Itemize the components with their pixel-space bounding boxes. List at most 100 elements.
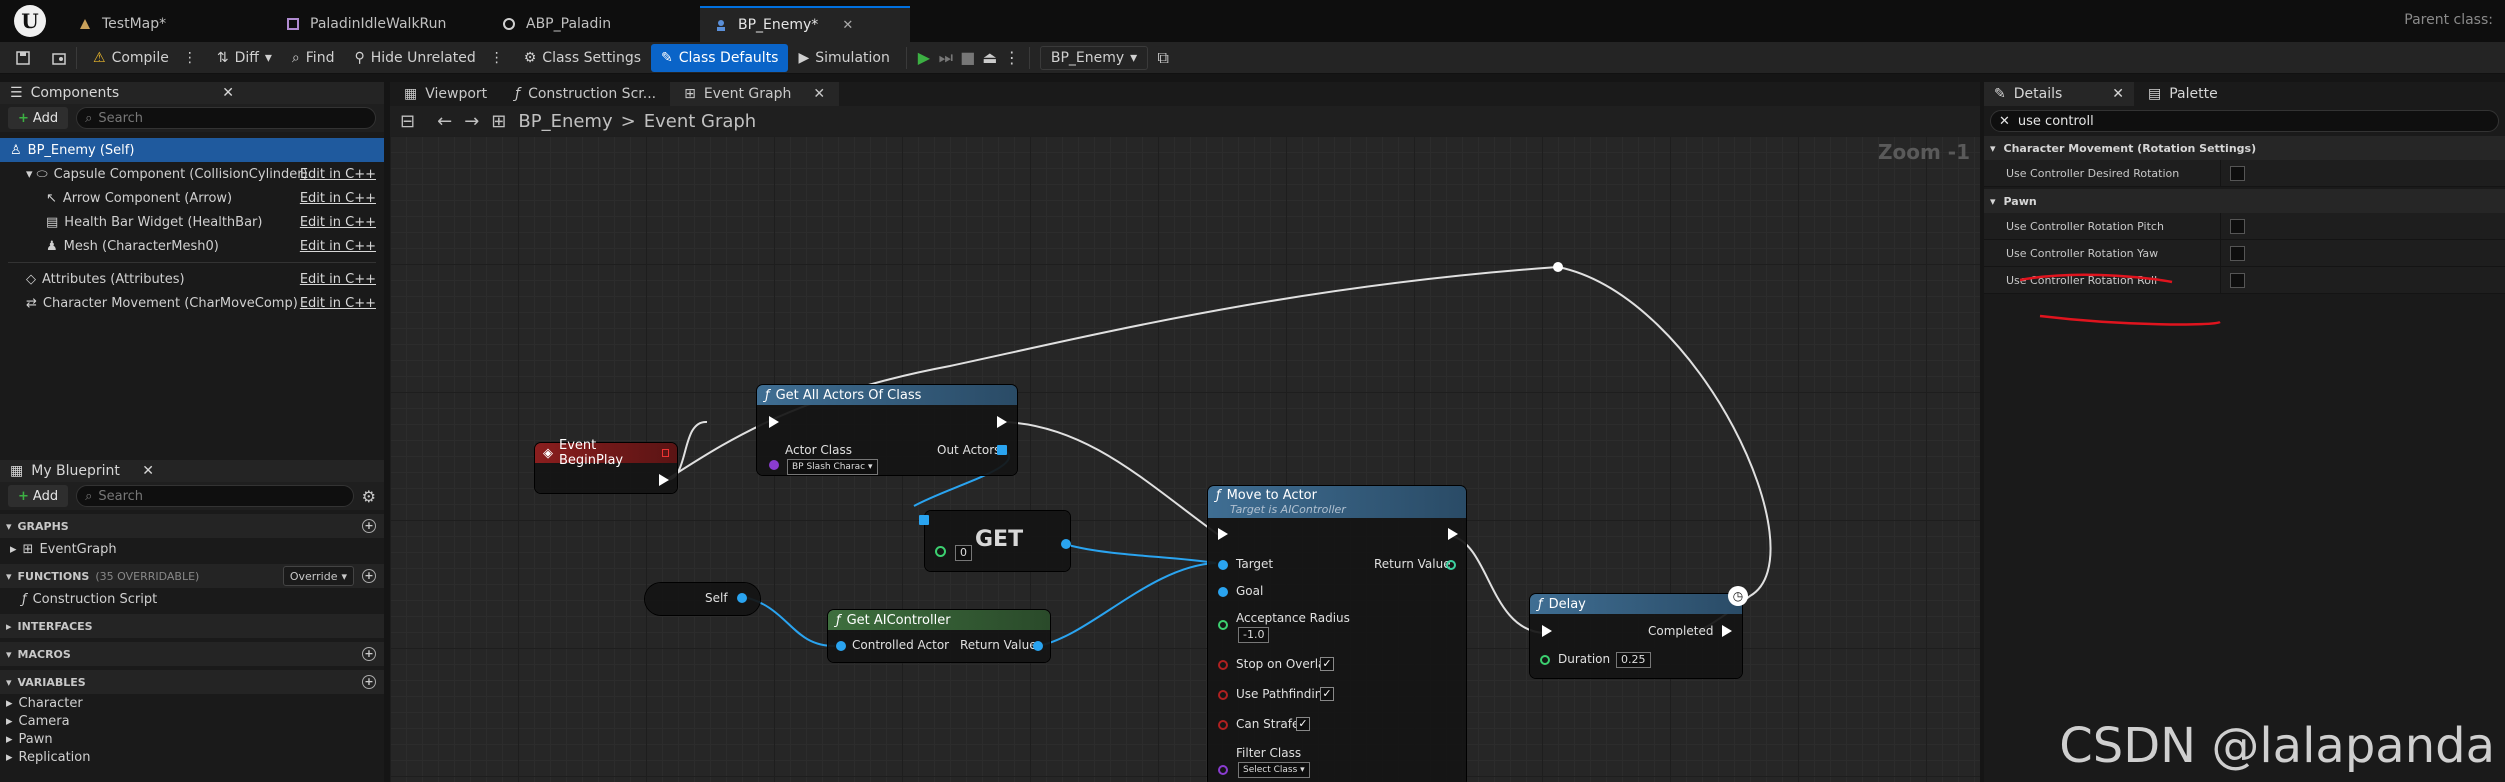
variable-group-camera[interactable]: ▸ Camera — [0, 712, 384, 730]
return-value-pin[interactable] — [1033, 641, 1043, 651]
array-out-pin[interactable] — [1061, 539, 1071, 549]
save-icon[interactable] — [12, 47, 34, 69]
class-pin[interactable] — [769, 460, 779, 470]
tab-construction-script[interactable]: ƒ Construction Scr... — [501, 82, 670, 106]
exec-out-pin[interactable] — [1448, 528, 1458, 540]
target-pin[interactable] — [1218, 560, 1228, 570]
add-circle-icon[interactable]: + — [362, 569, 376, 583]
exec-out-pin[interactable] — [1722, 625, 1732, 637]
browse-icon[interactable] — [48, 47, 70, 69]
doc-tab-paladinidlewalkrun[interactable]: PaladinIdleWalkRun — [272, 6, 460, 42]
gear-icon[interactable]: ⚙ — [362, 487, 376, 506]
add-component-button[interactable]: + Add — [8, 107, 69, 129]
diff-button[interactable]: ⇅ Diff ▾ — [207, 44, 282, 72]
back-arrow-icon[interactable]: ← — [437, 111, 452, 132]
functions-section[interactable]: ▾ FUNCTIONS (35 OVERRIDABLE) Override ▾ + — [0, 564, 384, 588]
node-event-beginplay[interactable]: ◈ Event BeginPlay — [535, 438, 677, 493]
filter-class-select[interactable]: Select Class ▾ — [1238, 762, 1310, 778]
component-healthbar[interactable]: ▤ Health Bar Widget (HealthBar) Edit in C+… — [0, 210, 384, 234]
class-defaults-button[interactable]: ✎ Class Defaults — [651, 43, 789, 72]
kebab-menu-icon[interactable]: ⋮ — [490, 50, 504, 66]
component-mesh[interactable]: ♟ Mesh (CharacterMesh0) Edit in C++ — [0, 234, 384, 258]
blueprint-search-input[interactable]: ⌕ Search — [76, 485, 354, 507]
duration-value[interactable]: 0.25 — [1616, 652, 1651, 668]
doc-tab-testmap[interactable]: TestMap* — [64, 6, 180, 42]
edit-in-cpp-link[interactable]: Edit in C++ — [300, 167, 376, 182]
component-arrow[interactable]: ↖ Arrow Component (Arrow) Edit in C++ — [0, 186, 384, 210]
exec-in-pin[interactable] — [1218, 528, 1228, 540]
close-icon[interactable]: ✕ — [222, 85, 234, 101]
delegate-pin-icon[interactable] — [661, 449, 669, 457]
hierarchy-icon[interactable]: ⊟ — [400, 111, 415, 132]
unreal-logo[interactable]: U — [14, 5, 46, 37]
forward-arrow-icon[interactable]: → — [464, 111, 479, 132]
exec-out-pin[interactable] — [659, 474, 669, 486]
variables-section[interactable]: ▾ VARIABLES + — [0, 670, 384, 694]
macros-section[interactable]: ▾ MACROS + — [0, 642, 384, 666]
acceptance-radius-value[interactable]: -1.0 — [1238, 627, 1270, 643]
variable-group-replication[interactable]: ▸ Replication — [0, 748, 384, 766]
add-circle-icon[interactable]: + — [362, 647, 376, 661]
component-search-input[interactable]: ⌕ Search — [76, 107, 376, 129]
play-icon[interactable]: ▶ — [913, 47, 935, 69]
variable-group-pawn[interactable]: ▸ Pawn — [0, 730, 384, 748]
exec-in-pin[interactable] — [769, 416, 779, 428]
exec-out-pin[interactable] — [997, 416, 1007, 428]
can-strafe-checkbox[interactable]: ✓ — [1296, 717, 1310, 731]
class-select[interactable]: BP Slash Charac ▾ — [787, 459, 878, 475]
hide-unrelated-button[interactable]: ⚲ Hide Unrelated ⋮ — [344, 44, 513, 72]
edit-in-cpp-link[interactable]: Edit in C++ — [300, 191, 376, 206]
stop-on-overlap-pin[interactable] — [1218, 660, 1228, 670]
step-icon[interactable]: ⏭ — [935, 47, 957, 69]
duration-pin[interactable] — [1540, 655, 1550, 665]
eject-icon[interactable]: ⏏ — [979, 47, 1001, 69]
stop-on-overlap-checkbox[interactable]: ✓ — [1320, 657, 1334, 671]
close-icon[interactable]: ✕ — [813, 86, 825, 102]
kebab-menu-icon[interactable]: ⋮ — [1001, 47, 1023, 69]
self-out-pin[interactable] — [737, 593, 747, 603]
close-icon[interactable]: ✕ — [842, 18, 853, 33]
tab-viewport[interactable]: ▦ Viewport — [390, 82, 501, 106]
acceptance-radius-pin[interactable] — [1218, 620, 1228, 630]
return-value-pin[interactable] — [1446, 560, 1456, 570]
edit-in-cpp-link[interactable]: Edit in C++ — [300, 272, 376, 287]
debug-object-select[interactable]: BP_Enemy ▾ — [1039, 45, 1149, 70]
graph-canvas[interactable]: Zoom -1 ◈ Event BeginPlay ƒ Get All Acto… — [390, 136, 1980, 782]
component-capsule[interactable]: ▾ ⬭ Capsule Component (CollisionCylinder) E… — [0, 162, 384, 186]
doc-tab-abp-paladin[interactable]: ABP_Paladin — [488, 6, 625, 42]
compile-button[interactable]: ⚠ Compile ⋮ — [83, 44, 207, 72]
component-attributes[interactable]: ◇ Attributes (Attributes) Edit in C++ — [0, 267, 384, 291]
function-item-construction-script[interactable]: ƒ Construction Script — [0, 588, 384, 610]
use-pathfinding-checkbox[interactable]: ✓ — [1320, 687, 1334, 701]
breadcrumb-root[interactable]: BP_Enemy — [518, 111, 612, 132]
component-self[interactable]: ♙ BP_Enemy (Self) — [0, 138, 384, 162]
component-charmove[interactable]: ⇄ Character Movement (CharMoveComp) Edit i… — [0, 291, 384, 315]
filter-class-pin[interactable] — [1218, 765, 1228, 775]
override-dropdown[interactable]: Override ▾ — [282, 566, 354, 586]
can-strafe-pin[interactable] — [1218, 720, 1228, 730]
array-out-pin[interactable] — [997, 445, 1007, 455]
node-get-aicontroller[interactable]: ƒ Get AIController Controlled Actor Retu… — [828, 610, 1050, 662]
add-member-button[interactable]: + Add — [8, 485, 69, 507]
debug-filter-icon[interactable]: ⧉ — [1152, 47, 1174, 69]
variable-group-character[interactable]: ▸ Character — [0, 694, 384, 712]
node-array-get[interactable]: GET 0 — [919, 511, 1071, 571]
controlled-actor-pin[interactable] — [836, 641, 846, 651]
use-pathfinding-pin[interactable] — [1218, 690, 1228, 700]
doc-tab-bp-enemy[interactable]: BP_Enemy* ✕ — [700, 6, 910, 42]
edit-in-cpp-link[interactable]: Edit in C++ — [300, 215, 376, 230]
edit-in-cpp-link[interactable]: Edit in C++ — [300, 239, 376, 254]
graphs-section[interactable]: ▾ GRAPHS + — [0, 514, 384, 538]
index-pin[interactable] — [935, 546, 946, 557]
components-tab[interactable]: ☰ Components ✕ — [0, 82, 384, 104]
add-circle-icon[interactable]: + — [362, 675, 376, 689]
interfaces-section[interactable]: ▸ INTERFACES — [0, 614, 384, 638]
node-get-all-actors-of-class[interactable]: ƒ Get All Actors Of Class Actor Class BP… — [757, 385, 1017, 475]
array-in-pin[interactable] — [919, 515, 929, 525]
tab-event-graph[interactable]: ⊞ Event Graph ✕ — [670, 82, 840, 106]
edit-in-cpp-link[interactable]: Edit in C++ — [300, 296, 376, 311]
close-icon[interactable]: ✕ — [142, 463, 154, 479]
kebab-menu-icon[interactable]: ⋮ — [183, 50, 197, 66]
stop-icon[interactable]: ■ — [957, 47, 979, 69]
my-blueprint-tab[interactable]: ▦ My Blueprint ✕ — [0, 460, 384, 482]
